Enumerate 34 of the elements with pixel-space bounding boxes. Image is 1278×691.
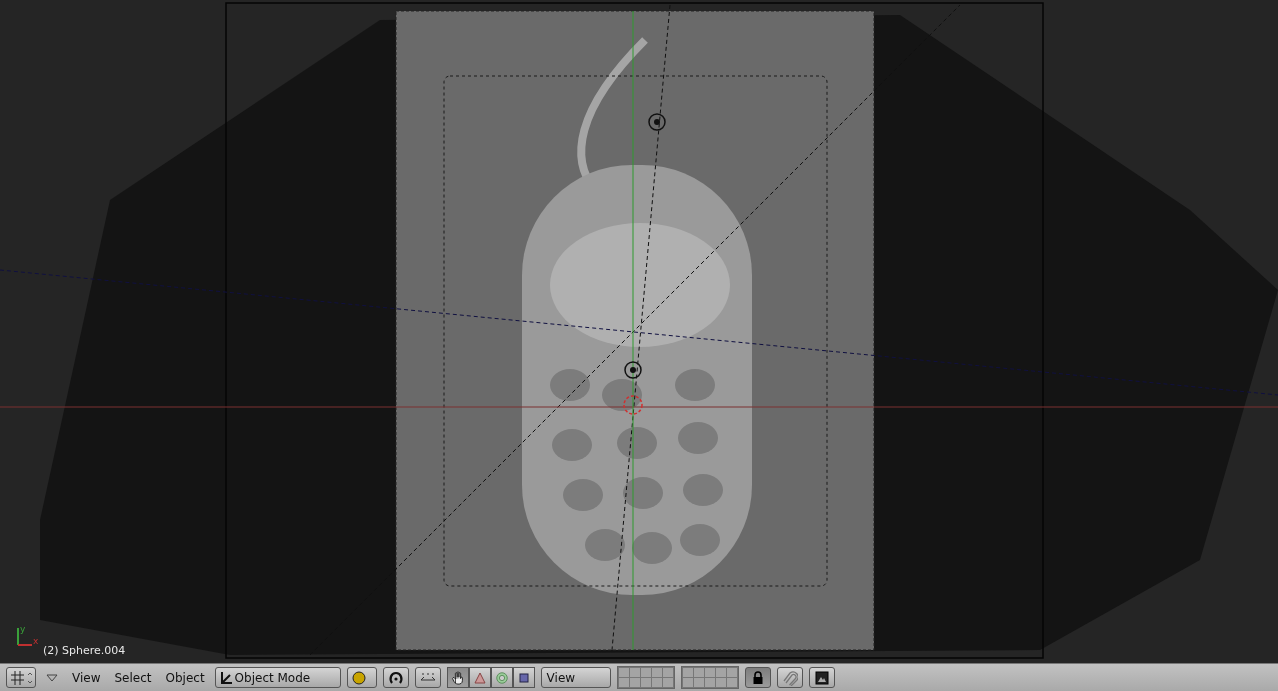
square-icon xyxy=(517,671,530,684)
menu-item[interactable]: View xyxy=(68,670,105,685)
picture-icon xyxy=(814,670,829,685)
ring-icon xyxy=(494,669,509,686)
pivot-icon xyxy=(387,669,404,686)
menu-item[interactable]: Select xyxy=(110,670,156,685)
widget-toggle-button[interactable] xyxy=(414,667,441,688)
object-label: (2) Sphere.004 xyxy=(43,644,126,657)
lamp-icon xyxy=(648,113,666,131)
magnet-icon xyxy=(781,669,798,686)
axis-gizmo-icon xyxy=(17,627,33,646)
collapse-menu-icon[interactable] xyxy=(46,672,58,683)
mode-dropdown[interactable]: Object Mode xyxy=(214,667,341,688)
grid-icon xyxy=(10,669,32,686)
axis-label: y xyxy=(20,624,26,634)
triangle-icon xyxy=(472,670,487,685)
orientation-dropdown[interactable]: View xyxy=(540,667,611,688)
lock-icon xyxy=(751,670,764,685)
manipulator-button[interactable] xyxy=(446,667,469,688)
layer-lock-button[interactable] xyxy=(744,667,771,688)
menu-item[interactable]: Object xyxy=(161,670,209,685)
snap-button[interactable] xyxy=(776,667,803,688)
lamp-icon xyxy=(624,361,642,379)
manipulator-button[interactable] xyxy=(512,667,535,688)
object-mode-icon xyxy=(218,670,233,685)
pivot-button[interactable] xyxy=(382,667,409,688)
hand-icon xyxy=(450,669,465,686)
manipulator-button[interactable] xyxy=(468,667,491,688)
editor-type-button[interactable] xyxy=(6,667,36,688)
cursor-3d-icon xyxy=(623,395,643,415)
render-button[interactable] xyxy=(808,667,835,688)
shading-button[interactable] xyxy=(346,667,377,688)
manipulator-button[interactable] xyxy=(490,667,513,688)
axis-label: x xyxy=(33,636,39,646)
